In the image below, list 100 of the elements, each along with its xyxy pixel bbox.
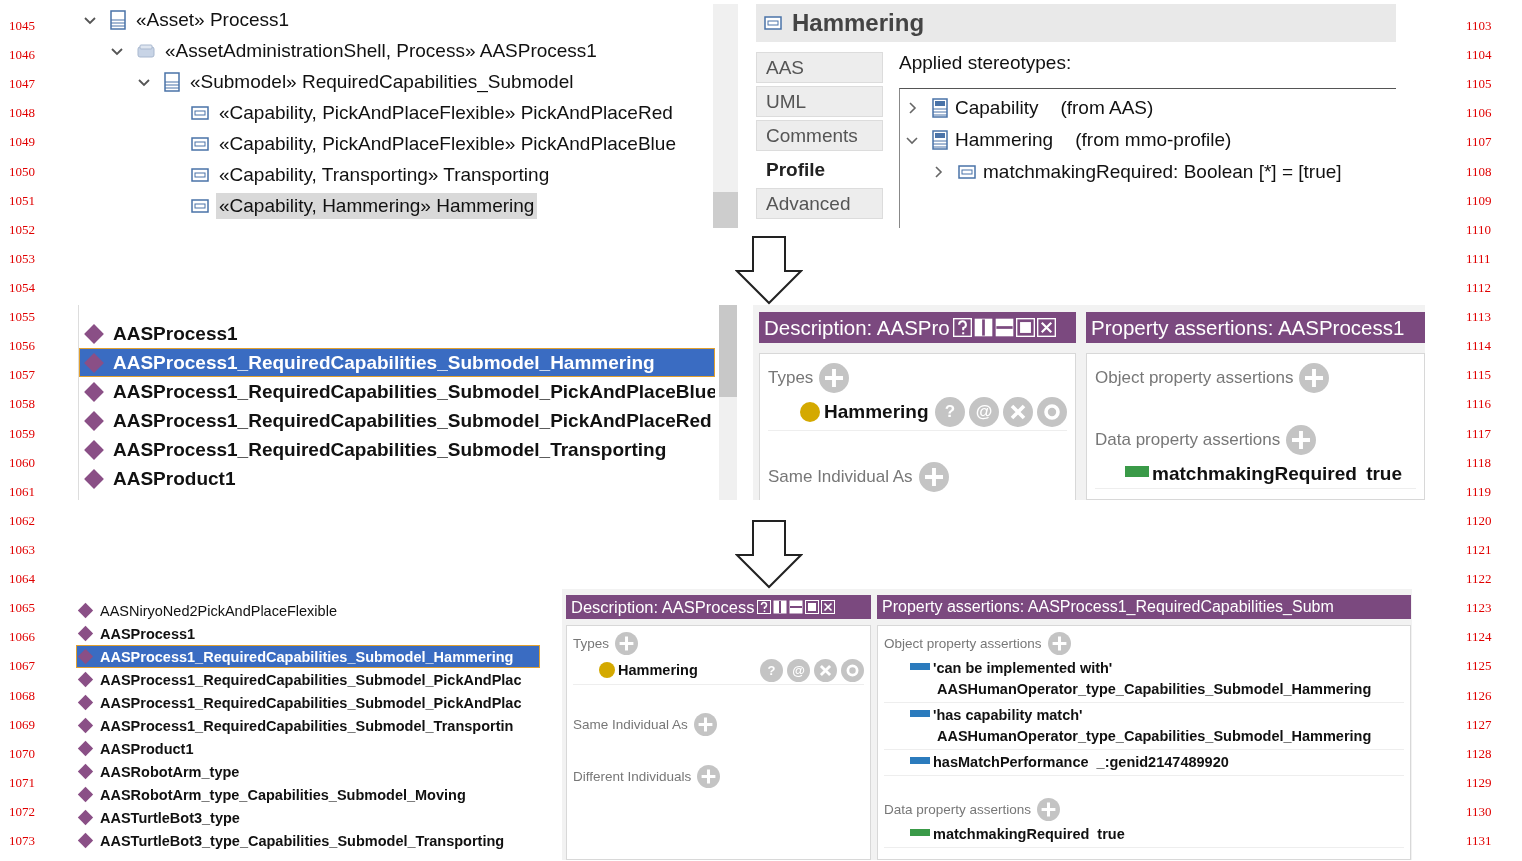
line-number: 1127 xyxy=(1465,715,1493,734)
diamond-icon xyxy=(77,809,94,826)
line-number: 1105 xyxy=(1465,75,1493,94)
delete-icon[interactable] xyxy=(1003,397,1034,427)
line-number: 1061 xyxy=(8,482,36,501)
help-icon[interactable] xyxy=(952,318,972,337)
individual-name: AASProcess1_RequiredCapabilities_Submodel_Hammering xyxy=(113,351,655,374)
diamond-icon xyxy=(77,671,94,688)
line-number: 1125 xyxy=(1465,657,1493,676)
split-vertical-icon[interactable] xyxy=(973,318,993,337)
individual-item[interactable]: AASRobotArm_type_Capabilities_Submodel_Moving xyxy=(76,783,540,806)
section-label: Data property assertions xyxy=(884,801,1032,817)
line-number: 1110 xyxy=(1465,220,1493,239)
add-icon[interactable] xyxy=(1037,797,1061,821)
individual-item[interactable]: AASRobotArm_type xyxy=(76,760,540,783)
tree-item[interactable]: «Capability, PickAndPlaceFlexible» PickAndPlaceRed xyxy=(216,99,676,126)
property-value: true xyxy=(1366,463,1403,484)
line-number: 1051 xyxy=(8,191,36,210)
individual-item[interactable]: AASProcess1_RequiredCapabilities_Submodel_Hammering xyxy=(76,645,540,668)
line-number: 1053 xyxy=(8,249,36,268)
scrollbar[interactable] xyxy=(713,4,738,228)
line-number: 1056 xyxy=(8,337,36,356)
delete-icon[interactable] xyxy=(814,658,837,682)
scroll-thumb[interactable] xyxy=(719,305,737,397)
stereotype-name: Hammering xyxy=(955,129,1054,151)
property-value: matchmakingRequired: Boolean [*] = [true] xyxy=(983,161,1342,183)
maximize-icon[interactable] xyxy=(1015,318,1035,337)
individual-item[interactable]: AASProcess1_RequiredCapabilities_Submodel_Hammering xyxy=(79,348,715,377)
add-icon[interactable] xyxy=(693,712,717,736)
tab[interactable]: UML xyxy=(756,86,883,117)
individual-item[interactable]: AASTurtleBot3_type_Capabilities_Submodel_Transporting xyxy=(76,829,540,852)
property-value: _:genid2147489920 xyxy=(1096,754,1229,771)
tree-item[interactable]: «Capability, Transporting» Transporting xyxy=(216,161,553,188)
property-marker-icon xyxy=(910,710,930,718)
property-value: AASHumanOperator_type_Capabilities_Submodel_Hammering xyxy=(937,681,1372,697)
individual-item[interactable]: AASProcess1 xyxy=(79,319,715,348)
split-horizontal-icon[interactable] xyxy=(789,600,804,614)
class-name: Hammering xyxy=(824,401,929,423)
chevron-icon[interactable] xyxy=(906,134,918,146)
line-number: 1047 xyxy=(8,75,36,94)
tab[interactable]: AAS xyxy=(756,52,883,83)
split-horizontal-icon[interactable] xyxy=(994,318,1014,337)
individual-item[interactable]: AASProcess1_RequiredCapabilities_Submodel_PickAndPlaceRed xyxy=(79,406,715,435)
add-icon[interactable] xyxy=(615,631,639,655)
individual-item[interactable]: AASProcess1_RequiredCapabilities_Submodel_PickAndPlac xyxy=(76,691,540,714)
add-icon[interactable] xyxy=(819,363,850,393)
add-icon[interactable] xyxy=(1286,425,1317,455)
individual-item[interactable]: AASProcess1 xyxy=(76,622,540,645)
help-icon[interactable] xyxy=(757,600,772,614)
property-marker-icon xyxy=(910,829,930,837)
line-number: 1130 xyxy=(1465,802,1493,821)
close-icon[interactable] xyxy=(1036,318,1056,337)
individual-item[interactable]: AASTurtleBot3_type xyxy=(76,806,540,829)
individual-item[interactable]: AASProduct1 xyxy=(79,464,715,493)
view-title: Hammering xyxy=(792,9,925,37)
line-number: 1131 xyxy=(1465,832,1493,851)
tree-item[interactable]: «Asset» Process1 xyxy=(133,6,293,33)
tree-item[interactable]: «AssetAdministrationShell, Process» AASProcess1 xyxy=(162,37,600,64)
close-icon[interactable] xyxy=(821,600,836,614)
individual-name: AASNiryoNed2PickAndPlaceFlexible xyxy=(100,602,337,619)
add-icon[interactable] xyxy=(1299,363,1330,393)
stack-icon xyxy=(137,43,155,58)
line-number: 1062 xyxy=(8,511,36,530)
individual-item[interactable]: AASProduct1 xyxy=(76,737,540,760)
tree-item[interactable]: «Submodel» RequiredCapabilities_Submodel xyxy=(187,68,577,95)
property-name: 'can be implemented with' xyxy=(933,660,1113,676)
line-number: 1128 xyxy=(1465,744,1493,763)
ring-icon[interactable] xyxy=(841,658,864,682)
individual-item[interactable]: AASProcess1_RequiredCapabilities_Submodel_Transporting xyxy=(79,435,715,464)
add-icon[interactable] xyxy=(918,462,949,492)
diamond-icon xyxy=(77,694,94,711)
chevron-icon[interactable] xyxy=(932,166,944,178)
scroll-thumb[interactable] xyxy=(713,192,738,228)
line-number: 1059 xyxy=(8,424,36,443)
line-number: 1058 xyxy=(8,395,36,414)
split-vertical-icon[interactable] xyxy=(773,600,788,614)
chevron-icon[interactable] xyxy=(906,102,918,114)
scrollbar[interactable] xyxy=(719,305,737,500)
individual-item[interactable]: AASProcess1_RequiredCapabilities_Submodel_Transportin xyxy=(76,714,540,737)
tree-item[interactable]: «Capability, Hammering» Hammering xyxy=(216,192,538,219)
maximize-icon[interactable] xyxy=(805,600,820,614)
individual-name: AASProcess1_RequiredCapabilities_Submodel_PickAndPlaceRed xyxy=(113,409,712,432)
add-icon[interactable] xyxy=(1047,631,1071,655)
tab[interactable]: Comments xyxy=(756,120,883,151)
diamond-icon xyxy=(77,763,94,780)
tree-item[interactable]: «Capability, PickAndPlaceFlexible» PickAndPlaceBlue xyxy=(216,130,679,157)
line-number: 1066 xyxy=(8,628,36,647)
line-number: 1121 xyxy=(1465,540,1493,559)
add-icon[interactable] xyxy=(697,764,721,788)
individual-name: AASProcess1_RequiredCapabilities_Submodel_Transportin xyxy=(100,717,514,734)
ring-icon[interactable] xyxy=(1037,397,1068,427)
individual-item[interactable]: AASProcess1_RequiredCapabilities_Submodel_PickAndPlac xyxy=(76,668,540,691)
individual-item[interactable]: AASNiryoNed2PickAndPlaceFlexible xyxy=(76,599,540,622)
tab[interactable]: Advanced xyxy=(756,188,883,219)
line-number: 1123 xyxy=(1465,599,1493,618)
window-icon xyxy=(191,105,209,120)
line-number: 1116 xyxy=(1465,395,1493,414)
section-label: Object property assertions xyxy=(1095,368,1294,388)
line-number: 1129 xyxy=(1465,773,1493,792)
view-title: Property assertions: AASProcess1 xyxy=(1091,315,1405,340)
